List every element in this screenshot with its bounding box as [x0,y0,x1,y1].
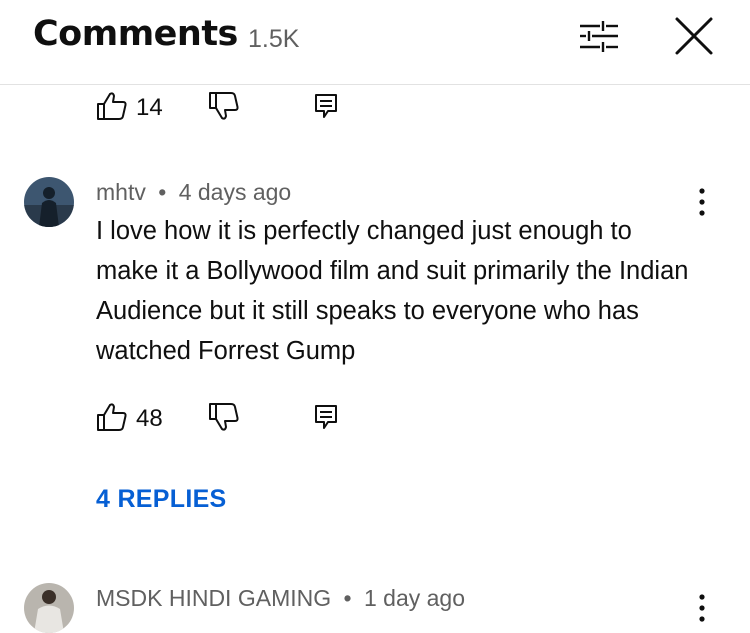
comments-count: 1.5K [248,25,300,53]
comments-title: Comments [33,14,238,54]
comment-time: 4 days ago [178,179,292,205]
avatar[interactable] [24,583,74,633]
reply-icon[interactable] [314,404,338,430]
comment-time: 1 day ago [363,585,465,611]
view-replies-button[interactable]: 4 REPLIES [96,485,227,514]
avatar-image [24,177,74,227]
like-icon[interactable] [96,91,128,121]
comments-header: Comments 1.5K [0,0,750,85]
comment-author-line: MSDK HINDI GAMING • 1 day ago [96,585,465,612]
separator-dot: • [158,179,167,205]
avatar-image [24,583,74,633]
like-icon[interactable] [96,402,128,432]
more-options-icon[interactable] [696,593,708,623]
comment-author-line: mhtv • 4 days ago [96,179,291,206]
comment-actions: 14 [96,91,356,125]
dislike-icon[interactable] [208,402,240,432]
like-count: 14 [136,94,163,121]
more-options-icon[interactable] [696,187,708,217]
comment-author[interactable]: MSDK HINDI GAMING [96,585,331,611]
comment-actions: 48 [96,402,356,436]
close-icon[interactable] [674,16,714,56]
comment-text: I love how it is perfectly changed just … [96,217,689,365]
comment-author[interactable]: mhtv [96,179,146,205]
reply-icon[interactable] [314,93,338,119]
dislike-icon[interactable] [208,91,240,121]
like-count: 48 [136,405,163,432]
separator-dot: • [343,585,352,611]
filter-sliders-icon[interactable] [578,18,620,54]
avatar[interactable] [24,177,74,227]
